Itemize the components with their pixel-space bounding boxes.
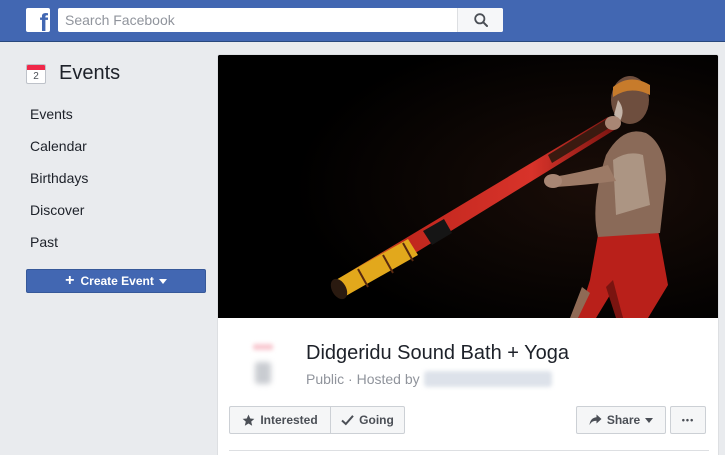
plus-icon: +: [65, 272, 75, 289]
search-input[interactable]: [58, 8, 457, 32]
calendar-icon-day: 2: [33, 70, 39, 82]
more-options-button[interactable]: •••: [670, 406, 706, 434]
sidebar-item-birthdays[interactable]: Birthdays: [30, 168, 88, 200]
star-icon: [242, 414, 255, 426]
event-cover-photo[interactable]: [218, 55, 718, 318]
calendar-icon: 2: [26, 63, 46, 84]
didgeridoo-player-image: [218, 55, 718, 318]
interested-label: Interested: [260, 413, 318, 427]
create-event-button[interactable]: + Create Event: [26, 269, 206, 293]
event-date-day: [255, 362, 271, 384]
caret-down-icon: [645, 417, 654, 423]
logo-letter: f: [39, 9, 48, 33]
search-button[interactable]: [457, 8, 503, 32]
going-label: Going: [359, 413, 394, 427]
sidebar-item-discover[interactable]: Discover: [30, 200, 88, 232]
share-label: Share: [606, 413, 641, 427]
event-privacy: Public: [306, 371, 345, 387]
sidebar-item-events[interactable]: Events: [30, 104, 88, 136]
sidebar-item-past[interactable]: Past: [30, 232, 88, 264]
event-title: Didgeridu Sound Bath + Yoga: [306, 342, 569, 364]
create-event-label: Create Event: [80, 274, 154, 288]
search-icon: [473, 13, 488, 27]
interested-button[interactable]: Interested: [229, 406, 331, 434]
host-name-blurred[interactable]: [423, 371, 552, 387]
actions-divider: [229, 450, 709, 451]
search-bar: [58, 8, 503, 32]
event-subtitle: Public · Hosted by: [306, 371, 552, 387]
checkmark-icon: [341, 415, 354, 426]
share-button[interactable]: Share: [576, 406, 666, 434]
event-actions-bar: Interested Going Share •••: [229, 406, 709, 434]
going-button[interactable]: Going: [330, 406, 405, 434]
sidebar-title: Events: [59, 62, 121, 84]
facebook-logo-icon[interactable]: f: [26, 8, 50, 32]
event-separator: ·: [348, 371, 353, 387]
event-date-month: [253, 344, 273, 350]
event-card: Didgeridu Sound Bath + Yoga Public · Hos…: [217, 54, 719, 455]
left-sidebar: 2 Events Events Calendar Birthdays Disco…: [0, 42, 217, 455]
more-icon: •••: [681, 415, 695, 425]
sidebar-header: 2 Events: [26, 62, 120, 85]
top-navigation-bar: f: [0, 0, 725, 42]
event-date-block: [245, 340, 281, 392]
caret-down-icon: [158, 278, 167, 284]
share-arrow-icon: [589, 414, 602, 425]
hosted-by-label: Hosted by: [356, 371, 420, 387]
sidebar-nav: Events Calendar Birthdays Discover Past: [30, 104, 88, 264]
sidebar-item-calendar[interactable]: Calendar: [30, 136, 88, 168]
